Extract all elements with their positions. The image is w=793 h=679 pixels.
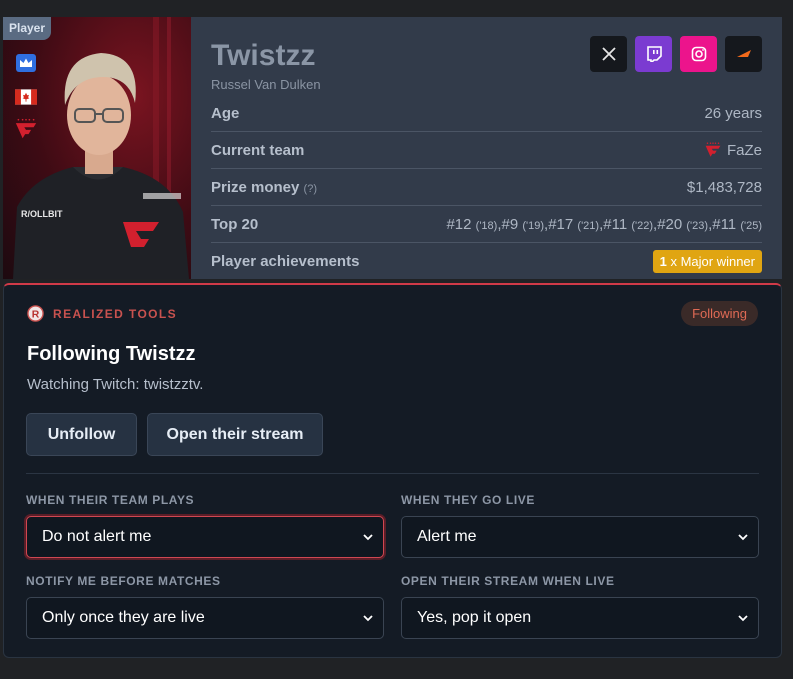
team-name: FaZe [726,141,762,159]
top20-entry: #11 ('25) [712,215,762,233]
brand-name: REALIZED TOOLS [53,306,178,321]
top20-list: #12 ('18),#9 ('19),#17 ('21),#11 ('22),#… [446,216,762,233]
social-links [590,36,762,72]
achievements-row: Player achievements 1 x Major winner [211,243,762,280]
team-plays-label: WHEN THEIR TEAM PLAYS [26,493,195,507]
top20-label: Top 20 [211,215,259,233]
svg-text:R/OLLBIT: R/OLLBIT [21,209,63,219]
divider [26,473,759,474]
notify-before-value: Only once they are live [42,609,205,626]
faze-team-icon [705,142,721,157]
top20-entry: #20 ('23), [657,215,713,233]
watching-subtitle: Watching Twitch: twistzztv. [27,376,204,393]
open-stream-button[interactable]: Open their stream [147,413,323,456]
player-name: Twistzz [211,39,316,72]
twitch-icon[interactable] [635,36,672,72]
chevron-down-icon [363,534,373,541]
prize-label-text: Prize money [211,178,300,196]
prize-row: Prize money (?) $1,483,728 [211,169,762,206]
faze-logo-icon [15,118,37,139]
team-plays-value: Do not alert me [42,528,152,545]
go-live-value: Alert me [417,528,477,545]
prize-label: Prize money (?) [211,179,317,196]
player-card: R/OLLBIT Player Twistzz Russel Van Dulke… [3,17,782,279]
player-tag: Player [3,17,52,40]
top20-entry: #12 ('18), [446,215,502,233]
top20-entry: #17 ('21), [548,215,604,233]
unfollow-button[interactable]: Unfollow [26,413,137,456]
chevron-down-icon [363,615,373,622]
svg-text:R: R [32,309,40,320]
major-winner-badge[interactable]: 1 x Major winner [652,250,762,273]
faceit-icon[interactable] [725,36,762,72]
age-value: 26 years [704,104,762,122]
notify-before-label: NOTIFY ME BEFORE MATCHES [26,574,221,588]
canada-flag-icon [15,87,37,107]
player-info: Twistzz Russel Van Dulken Age 26 years C… [211,17,762,279]
player-real-name: Russel Van Dulken [211,77,321,92]
instagram-icon[interactable] [680,36,717,72]
achievements-label: Player achievements [211,253,360,270]
team-value[interactable]: FaZe [705,142,762,159]
go-live-select[interactable]: Alert me [401,516,759,558]
age-label: Age [211,104,240,122]
following-title: Following Twistzz [27,343,196,365]
age-row: Age 26 years [211,95,762,132]
go-live-label: WHEN THEY GO LIVE [401,493,535,507]
realized-logo-icon: R [27,305,44,322]
open-stream-live-select[interactable]: Yes, pop it open [401,597,759,639]
chevron-down-icon [738,534,748,541]
brand-header: R REALIZED TOOLS [27,305,177,322]
crown-icon [15,53,37,73]
following-status-pill: Following [681,301,758,326]
open-stream-live-label: OPEN THEIR STREAM WHEN LIVE [401,574,615,588]
realized-tools-panel: R REALIZED TOOLS Following Following Twi… [3,283,782,658]
top20-entry: #11 ('22), [603,215,658,233]
prize-help-hint[interactable]: (?) [304,183,317,195]
team-row: Current team FaZe [211,132,762,169]
top20-row: Top 20 #12 ('18),#9 ('19),#17 ('21),#11 … [211,206,762,243]
x-icon[interactable] [590,36,627,72]
team-plays-select[interactable]: Do not alert me [26,516,384,558]
top20-entry: #9 ('19), [501,215,549,233]
team-label: Current team [211,141,305,159]
notify-before-select[interactable]: Only once they are live [26,597,384,639]
prize-value: $1,483,728 [686,178,762,196]
chevron-down-icon [738,615,748,622]
open-stream-live-value: Yes, pop it open [417,609,532,626]
